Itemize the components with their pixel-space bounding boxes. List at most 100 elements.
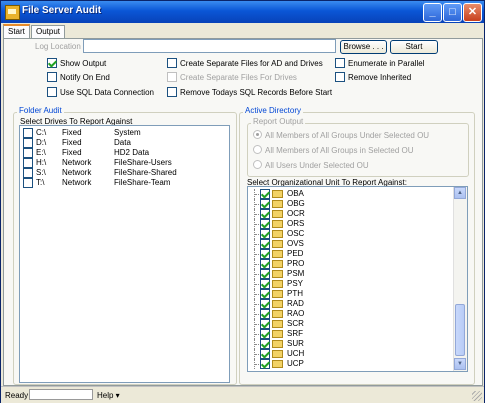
list-item[interactable]: T:\ Network FileShare-Team: [22, 178, 222, 188]
ou-checkbox[interactable]: [260, 199, 270, 209]
drive-type: Fixed: [62, 128, 82, 137]
folder-icon: [272, 360, 283, 368]
drive-checkbox[interactable]: [23, 138, 33, 148]
drive-type: Network: [62, 168, 92, 177]
title-bar[interactable]: File Server Audit _ □ ✕: [1, 1, 484, 23]
list-item[interactable]: D:\ Fixed Data: [22, 138, 222, 148]
drive-name: FileShare-Users: [114, 158, 172, 167]
ou-checkbox[interactable]: [260, 349, 270, 359]
ou-name: OBG: [287, 199, 305, 208]
ou-checkbox[interactable]: [260, 309, 270, 319]
ou-name: ORS: [287, 219, 305, 228]
drive-type: Fixed: [62, 138, 82, 147]
ou-name: UCP: [287, 359, 304, 368]
radio-all-users-under-ou[interactable]: [253, 160, 262, 169]
separate-drives-label: Create Separate Files For Drives: [180, 73, 297, 82]
window-title: File Server Audit: [22, 5, 102, 16]
list-item[interactable]: H:\ Network FileShare-Users: [22, 158, 222, 168]
ou-name: OVS: [287, 239, 304, 248]
log-location-input[interactable]: [83, 39, 336, 53]
drive-letter: C:\: [36, 128, 47, 137]
scroll-down-arrow-icon[interactable]: ▼: [454, 358, 466, 370]
drive-checkbox[interactable]: [23, 148, 33, 158]
drive-name: HD2 Data: [114, 148, 150, 157]
tab-output[interactable]: Output: [31, 25, 66, 38]
separate-drives-checkbox[interactable]: [167, 72, 177, 82]
ou-checkbox[interactable]: [260, 319, 270, 329]
ou-checkbox[interactable]: [260, 239, 270, 249]
separate-ad-label: Create Separate Files for AD and Drives: [180, 59, 323, 68]
folder-icon: [272, 200, 283, 208]
remove-sql-label: Remove Todays SQL Records Before Start: [180, 88, 333, 97]
drive-type: Network: [62, 178, 92, 187]
enumerate-parallel-checkbox[interactable]: [335, 58, 345, 68]
ou-checkbox[interactable]: [260, 359, 270, 369]
ou-checkbox[interactable]: [260, 289, 270, 299]
ou-name: PED: [287, 249, 304, 258]
ou-checkbox[interactable]: [260, 259, 270, 269]
show-output-checkbox[interactable]: [47, 58, 57, 68]
ou-tree-scrollbar[interactable]: ▲ ▼: [453, 187, 467, 371]
drive-checkbox[interactable]: [23, 158, 33, 168]
notify-on-end-label: Notify On End: [60, 73, 110, 82]
browse-button[interactable]: Browse . . .: [340, 40, 387, 54]
ou-name: OCR: [287, 209, 305, 218]
drive-type: Fixed: [62, 148, 82, 157]
ou-tree[interactable]: OBA OBG OCR ORS OSC OVS PED PRO PSM PSY …: [247, 186, 468, 372]
ou-checkbox[interactable]: [260, 279, 270, 289]
maximize-button[interactable]: □: [443, 3, 462, 22]
app-icon: [5, 5, 20, 20]
ou-name: SRF: [287, 329, 303, 338]
minimize-button[interactable]: _: [423, 3, 442, 22]
ou-name: OSC: [287, 229, 305, 238]
scroll-up-arrow-icon[interactable]: ▲: [454, 187, 466, 199]
ou-checkbox[interactable]: [260, 329, 270, 339]
resize-grip[interactable]: [472, 391, 482, 401]
scroll-thumb[interactable]: [455, 304, 465, 356]
list-item[interactable]: E:\ Fixed HD2 Data: [22, 148, 222, 158]
list-item[interactable]: C:\ Fixed System: [22, 128, 222, 138]
ou-checkbox[interactable]: [260, 209, 270, 219]
close-button[interactable]: ✕: [463, 3, 482, 22]
ou-name: RAD: [287, 299, 304, 308]
folder-icon: [272, 210, 283, 218]
active-directory-group-label: Active Directory: [243, 106, 304, 115]
folder-icon: [272, 190, 283, 198]
remove-sql-checkbox[interactable]: [167, 87, 177, 97]
drive-letter: T:\: [36, 178, 45, 187]
use-sql-checkbox[interactable]: [47, 87, 57, 97]
status-progress-box: [29, 389, 93, 400]
folder-icon: [272, 270, 283, 278]
ou-name: SUR: [287, 339, 304, 348]
folder-icon: [272, 290, 283, 298]
status-text: Ready: [5, 391, 29, 400]
drive-checkbox[interactable]: [23, 128, 33, 138]
ou-checkbox[interactable]: [260, 299, 270, 309]
help-dropdown[interactable]: Help ▾: [97, 391, 120, 400]
folder-icon: [272, 340, 283, 348]
separate-ad-checkbox[interactable]: [167, 58, 177, 68]
ou-checkbox[interactable]: [260, 189, 270, 199]
remove-inherited-checkbox[interactable]: [335, 72, 345, 82]
drive-checkbox[interactable]: [23, 178, 33, 188]
notify-on-end-checkbox[interactable]: [47, 72, 57, 82]
ou-name: PSY: [287, 279, 304, 288]
radio-all-groups-under-ou-label: All Members of All Groups Under Selected…: [265, 131, 430, 140]
drive-letter: H:\: [36, 158, 47, 167]
drive-checkbox[interactable]: [23, 168, 33, 178]
ou-checkbox[interactable]: [260, 229, 270, 239]
drive-letter: E:\: [36, 148, 46, 157]
drives-list[interactable]: C:\ Fixed System D:\ Fixed Data E:\ Fixe…: [19, 125, 230, 383]
list-item[interactable]: S:\ Network FileShare-Shared: [22, 168, 222, 178]
ou-checkbox[interactable]: [260, 249, 270, 259]
ou-checkbox[interactable]: [260, 219, 270, 229]
start-button[interactable]: Start: [390, 40, 438, 54]
folder-icon: [272, 350, 283, 358]
ou-checkbox[interactable]: [260, 339, 270, 349]
radio-all-groups-under-ou[interactable]: [253, 130, 262, 139]
radio-all-users-under-ou-label: All Users Under Selected OU: [265, 161, 369, 170]
ou-name: OBA: [287, 189, 304, 198]
ou-checkbox[interactable]: [260, 269, 270, 279]
drive-letter: S:\: [36, 168, 46, 177]
radio-all-groups-in-ou[interactable]: [253, 145, 262, 154]
